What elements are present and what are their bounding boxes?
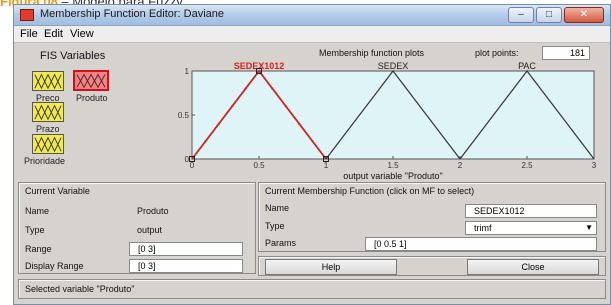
help-button[interactable]: Help	[265, 259, 397, 275]
mf-curve-point	[257, 69, 261, 73]
close-button[interactable]: Close	[467, 259, 599, 275]
fis-variable-label-produto: Produto	[76, 93, 108, 103]
mf-name-input[interactable]: SEDEX1012	[465, 204, 597, 218]
mf-triangles-icon	[34, 136, 62, 153]
window-controls: – □ ✕	[508, 7, 604, 23]
mf-curve-point	[311, 140, 314, 143]
minimize-button[interactable]: –	[508, 7, 534, 23]
mf-curve-point	[298, 122, 301, 125]
mf-plots-label: Membership function plots	[319, 48, 425, 58]
mf-triangles-icon	[34, 104, 62, 121]
range-input[interactable]: [0 3]	[129, 242, 243, 256]
fis-variable-produto[interactable]	[73, 70, 109, 91]
mf-label-pac: PAC	[518, 61, 536, 71]
dropdown-arrow-icon: ▼	[585, 223, 593, 232]
current-variable-title: Current Variable	[25, 186, 90, 196]
x-tick-label: 3	[592, 161, 597, 170]
x-tick-label: 1	[324, 161, 329, 170]
matlab-app-icon	[20, 9, 34, 21]
mf-type-label: Type	[265, 221, 285, 231]
y-tick-label: 1	[185, 67, 190, 76]
display-range-input[interactable]: [0 3]	[129, 259, 243, 273]
x-tick-label: 1.5	[387, 161, 399, 170]
fis-variable-prioridade[interactable]	[32, 134, 64, 154]
mf-params-input[interactable]: [0 0.5 1]	[365, 237, 597, 251]
x-tick-label: 0.5	[253, 161, 265, 170]
cv-type-value: output	[137, 225, 163, 235]
maximize-button[interactable]: □	[536, 7, 562, 23]
mf-curve-point	[271, 87, 274, 90]
title-bar: Membership Function Editor: Daviane – □ …	[14, 5, 610, 26]
button-panel: Help Close	[258, 256, 606, 276]
mf-curve-point	[244, 87, 247, 90]
plot-points-input[interactable]: 181	[542, 46, 590, 60]
fis-variable-preco[interactable]	[32, 71, 64, 91]
mf-label-sedex1012: SEDEX1012	[234, 61, 285, 71]
x-tick-label: 0	[190, 161, 195, 170]
plot-points-label: plot points:	[475, 48, 519, 58]
cv-name-value: Produto	[137, 206, 169, 216]
y-tick-label: 0	[185, 155, 190, 164]
mf-curve-point	[204, 140, 207, 143]
mf-name-label: Name	[265, 203, 290, 213]
status-text: Selected variable "Produto"	[25, 284, 135, 294]
menu-file[interactable]: File	[20, 28, 38, 40]
current-mf-title: Current Membership Function (click on MF…	[265, 186, 475, 196]
y-tick-label: 0.5	[178, 111, 190, 120]
fis-variable-label-prazo: Prazo	[36, 124, 60, 134]
menu-view[interactable]: View	[70, 28, 94, 40]
cv-type-label: Type	[25, 225, 45, 235]
mf-plot-chart[interactable]: 0 0.5 1 1.5 2 2.5 3 0 0.5 1 output variable "Produ…	[174, 61, 610, 182]
mf-triangles-icon	[76, 73, 106, 89]
x-tick-label: 2	[458, 161, 463, 170]
current-variable-panel: Current Variable Name Produto Type outpu…	[18, 182, 256, 274]
plot-area	[191, 70, 595, 160]
cv-display-range-label: Display Range	[25, 261, 84, 271]
fis-variables-title: FIS Variables	[40, 50, 106, 62]
current-mf-panel: Current Membership Function (click on MF…	[258, 182, 606, 252]
window-title: Membership Function Editor: Daviane	[40, 8, 225, 20]
fis-variables-panel: FIS Variables Preco Produto Prazo Priori…	[18, 46, 178, 180]
mf-label-sedex: SEDEX	[378, 61, 409, 71]
mf-type-value: trimf	[474, 223, 492, 233]
mf-triangles-icon	[34, 73, 62, 90]
fis-variable-prazo[interactable]	[32, 102, 64, 122]
mf-editor-window: Membership Function Editor: Daviane – □ …	[13, 4, 611, 305]
cv-range-label: Range	[25, 244, 52, 254]
cv-name-label: Name	[25, 206, 50, 216]
menu-bar: File Edit View	[14, 26, 610, 43]
x-axis-label: output variable "Produto"	[343, 171, 442, 181]
fis-variable-label-prioridade: Prioridade	[24, 156, 66, 166]
close-window-button[interactable]: ✕	[564, 7, 604, 23]
mf-curve-point	[284, 105, 287, 108]
x-tick-label: 2.5	[521, 161, 533, 170]
mf-params-label: Params	[265, 238, 297, 248]
status-bar: Selected variable "Produto"	[18, 279, 606, 299]
mf-curve-point	[231, 105, 234, 108]
menu-edit[interactable]: Edit	[44, 28, 63, 40]
mf-type-select[interactable]: trimf ▼	[465, 221, 597, 235]
mf-curve-point	[217, 122, 220, 125]
